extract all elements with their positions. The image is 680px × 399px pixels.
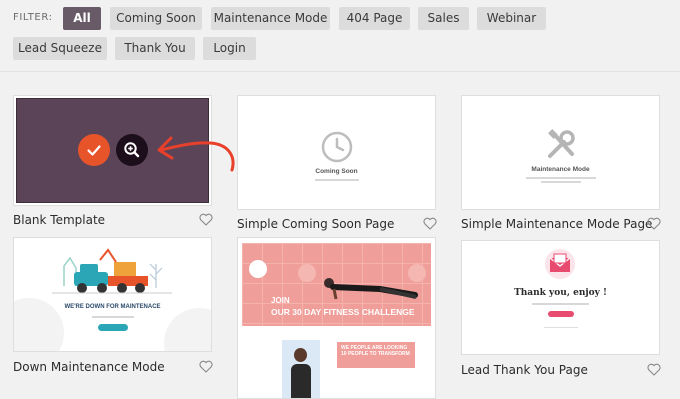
coming-soon-preview-text: Coming Soon [315, 168, 358, 175]
annotation-arrow-icon [157, 136, 235, 172]
preview-cta-button [98, 324, 128, 331]
template-card-fitness[interactable]: JOIN OUR 30 DAY FITNESS CHALLENGE WE PEO… [237, 237, 436, 399]
fitness-hero: JOIN OUR 30 DAY FITNESS CHALLENGE [242, 243, 431, 326]
clock-icon [321, 131, 352, 163]
filter-chip-login[interactable]: Login [203, 37, 256, 60]
preview-footer-line [544, 327, 578, 328]
tow-truck-illustration [52, 248, 172, 294]
filter-label: FILTER: [13, 12, 53, 23]
filter-chip-sales[interactable]: Sales [418, 7, 469, 30]
envelope-icon [545, 249, 575, 279]
use-template-button[interactable] [78, 134, 110, 166]
template-card-maintenance[interactable]: Maintenance Mode [461, 95, 660, 210]
fitness-photo [282, 340, 320, 398]
filter-chip-thank-you[interactable]: Thank You [115, 37, 195, 60]
filter-chip-coming-soon[interactable]: Coming Soon [110, 7, 202, 30]
preview-subtext-line [314, 179, 359, 181]
favorite-heart-icon[interactable] [647, 217, 661, 230]
decor-circle [249, 260, 267, 278]
card-title-thank-you: Lead Thank You Page [461, 363, 588, 377]
template-card-down-maintenance[interactable]: WE'RE DOWN FOR MAINTENACE [13, 237, 212, 352]
fitness-promo-box: WE PEOPLE ARE LOOKING 10 PEOPLE TO TRANS… [337, 342, 415, 368]
filter-divider [0, 71, 680, 72]
decor-circle [298, 264, 316, 282]
check-icon [87, 145, 101, 156]
down-maintenance-preview-text: WE'RE DOWN FOR MAINTENACE [64, 304, 161, 310]
card-title-coming-soon: Simple Coming Soon Page [237, 217, 395, 231]
maintenance-preview-text: Maintenance Mode [531, 166, 590, 173]
template-card-coming-soon[interactable]: Coming Soon [237, 95, 436, 210]
filter-chip-webinar[interactable]: Webinar [477, 7, 546, 30]
tools-icon [547, 129, 575, 158]
template-card-thank-you[interactable]: Thank you, enjoy ! [461, 240, 660, 355]
preview-subtext-line [540, 181, 581, 183]
athlete-head [294, 348, 307, 362]
preview-subtext-line [525, 177, 596, 179]
filter-chip-maintenance-mode[interactable]: Maintenance Mode [211, 7, 330, 30]
zoom-in-icon [124, 142, 140, 158]
preview-template-button[interactable] [116, 134, 148, 166]
filter-chip-all[interactable]: All [63, 7, 101, 30]
favorite-heart-icon[interactable] [199, 213, 213, 226]
fitness-line2: OUR 30 DAY FITNESS CHALLENGE [271, 307, 415, 317]
favorite-heart-icon[interactable] [647, 363, 661, 376]
preview-cta-button [548, 311, 574, 317]
thank-you-preview-text: Thank you, enjoy ! [514, 288, 607, 298]
fitness-line1: JOIN [271, 296, 290, 305]
filter-chip-404-page[interactable]: 404 Page [339, 7, 410, 30]
favorite-heart-icon[interactable] [423, 217, 437, 230]
athlete-body [291, 364, 311, 398]
preview-subtext-line [92, 316, 134, 318]
preview-subtext-line [532, 303, 589, 305]
preview-bg-blob [164, 308, 211, 351]
plank-athlete-illustration [324, 278, 418, 300]
card-title-maintenance: Simple Maintenance Mode Page [461, 217, 653, 231]
fitness-sub2: 10 PEOPLE TO TRANSFORM [341, 351, 410, 357]
card-title-blank: Blank Template [13, 213, 106, 227]
filter-chip-lead-squeeze[interactable]: Lead Squeeze [13, 37, 107, 60]
card-title-down-maintenance: Down Maintenance Mode [13, 360, 165, 374]
favorite-heart-icon[interactable] [199, 360, 213, 373]
